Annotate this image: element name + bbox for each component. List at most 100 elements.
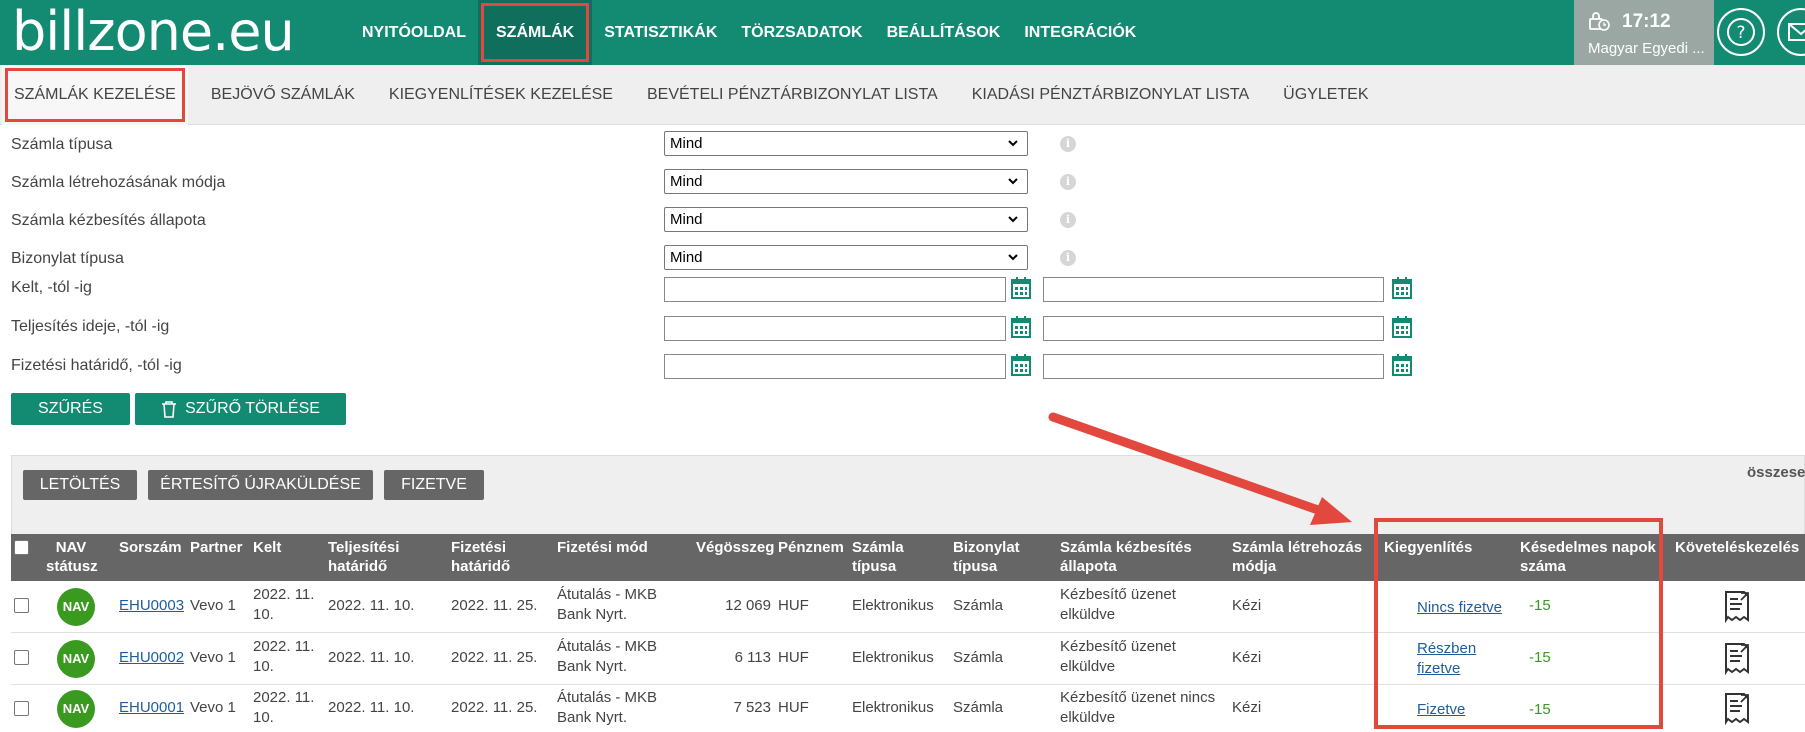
col-partner[interactable]: Partner <box>190 538 243 557</box>
performance-date-from-input[interactable] <box>664 316 1006 341</box>
currency-cell: HUF <box>778 699 809 716</box>
table-row: NAV EHU0002 Vevo 1 2022. 11. 10. 2022. 1… <box>11 633 1805 685</box>
table-header: NAV státusz Sorszám Partner Kelt Teljesí… <box>11 534 1805 581</box>
creation-cell: Kézi <box>1232 597 1262 614</box>
performance-date-to-input[interactable] <box>1043 316 1384 341</box>
col-creation-mode[interactable]: Számla létrehozás módja <box>1232 538 1362 576</box>
collection-receipt-icon[interactable] <box>1722 691 1752 725</box>
logo[interactable]: billzone.eu <box>12 4 295 60</box>
col-collection[interactable]: Követeléskezelés <box>1675 538 1799 557</box>
subnav-cash-receipts-in[interactable]: BEVÉTELI PÉNZTÁRBIZONYLAT LISTA <box>630 65 955 125</box>
document-type-cell: Számla <box>953 649 1004 666</box>
col-performance[interactable]: Teljesítési határidő <box>328 538 399 576</box>
issued-line2: 10. <box>253 709 274 726</box>
nav-status-badge[interactable]: NAV <box>57 640 95 678</box>
issued-line2: 10. <box>253 658 274 675</box>
subnav-transactions[interactable]: ÜGYLETEK <box>1266 65 1385 125</box>
info-icon[interactable]: i <box>1060 250 1076 266</box>
nav-statistics[interactable]: STATISZTIKÁK <box>592 0 729 65</box>
invoice-number-link[interactable]: EHU0001 <box>119 698 184 718</box>
nav-settings[interactable]: BEÁLLÍTÁSOK <box>875 0 1013 65</box>
subnav-settlements[interactable]: KIEGYENLÍTÉSEK KEZELÉSE <box>372 65 630 125</box>
subnav-cash-receipts-out[interactable]: KIADÁSI PÉNZTÁRBIZONYLAT LISTA <box>955 65 1266 125</box>
info-icon[interactable]: i <box>1060 174 1076 190</box>
col-nav-status[interactable]: NAV státusz <box>46 538 98 576</box>
row-checkbox[interactable] <box>14 650 29 665</box>
mail-icon <box>1788 23 1805 41</box>
summary-label: összese <box>1747 464 1805 481</box>
nav-status-badge[interactable]: NAV <box>57 690 95 728</box>
currency-cell: HUF <box>778 597 809 614</box>
nav-invoices[interactable]: SZÁMLÁK <box>478 0 593 65</box>
settlement-link[interactable]: Nincs fizetve <box>1417 598 1502 618</box>
col-delivery-status-line1: Számla kézbesítés <box>1060 539 1192 556</box>
collection-receipt-icon[interactable] <box>1722 641 1752 675</box>
col-delivery-status[interactable]: Számla kézbesítés állapota <box>1060 538 1192 576</box>
performance-cell: 2022. 11. 10. <box>328 649 415 666</box>
settlement-link[interactable]: Fizetve <box>1417 700 1465 720</box>
delivery-status-select[interactable]: Mind <box>664 207 1028 232</box>
col-document-type[interactable]: Bizonylat típusa <box>953 538 1020 576</box>
calendar-icon[interactable] <box>1392 277 1412 299</box>
subnav-invoice-management[interactable]: SZÁMLÁK KEZELÉSE <box>2 64 188 125</box>
info-icon[interactable]: i <box>1060 212 1076 228</box>
due-date-from-input[interactable] <box>664 354 1006 379</box>
method-line2: Bank Nyrt. <box>557 606 628 623</box>
col-due[interactable]: Fizetési határidő <box>451 538 510 576</box>
col-total[interactable]: Végösszeg <box>696 538 774 557</box>
creation-mode-select[interactable]: Mind <box>664 169 1028 194</box>
messages-button[interactable] <box>1777 8 1805 56</box>
help-icon: ? <box>1727 18 1755 46</box>
col-currency[interactable]: Pénznem <box>778 538 844 557</box>
due-date-label: Fizetési határidő, -tól -ig <box>11 357 182 374</box>
due-cell: 2022. 11. 25. <box>451 597 538 614</box>
col-issued[interactable]: Kelt <box>253 538 281 557</box>
invoice-number-link[interactable]: EHU0002 <box>119 648 184 668</box>
col-payment-method[interactable]: Fizetési mód <box>557 538 648 557</box>
invoice-number-link[interactable]: EHU0003 <box>119 596 184 616</box>
nav-master-data[interactable]: TÖRZSADATOK <box>729 0 874 65</box>
nav-integrations[interactable]: INTEGRÁCIÓK <box>1012 0 1148 65</box>
issue-date-to-input[interactable] <box>1043 277 1384 302</box>
help-button[interactable]: ? <box>1717 8 1765 56</box>
document-type-select[interactable]: Mind <box>664 245 1028 270</box>
user-box[interactable]: 17:12 Magyar Egyedi ... <box>1574 0 1714 65</box>
calendar-icon[interactable] <box>1011 316 1031 338</box>
delivery-cell: Kézbesítő üzenet elküldve <box>1060 637 1176 677</box>
document-type-value: Mind <box>670 249 703 266</box>
issue-date-from-input[interactable] <box>664 277 1006 302</box>
collection-receipt-icon[interactable] <box>1722 589 1752 623</box>
nav-home[interactable]: NYITÓOLDAL <box>350 0 478 65</box>
col-late-days[interactable]: Késedelmes napok száma <box>1520 538 1656 576</box>
col-creation-mode-line2: módja <box>1232 558 1277 575</box>
info-icon[interactable]: i <box>1060 136 1076 152</box>
clear-filter-button[interactable]: SZŰRŐ TÖRLÉSE <box>135 393 346 425</box>
chevron-down-icon <box>1008 254 1018 261</box>
row-checkbox[interactable] <box>14 598 29 613</box>
col-settlement[interactable]: Kiegyenlítés <box>1384 538 1472 557</box>
row-checkbox[interactable] <box>14 701 29 716</box>
calendar-icon[interactable] <box>1392 316 1412 338</box>
filter-button-label: SZŰRÉS <box>38 400 103 417</box>
col-number[interactable]: Sorszám <box>119 538 182 557</box>
method-line2: Bank Nyrt. <box>557 658 628 675</box>
lock-clock-icon <box>1589 12 1610 31</box>
total-cell: 7 523 <box>733 699 771 716</box>
filter-button[interactable]: SZŰRÉS <box>11 393 130 425</box>
subnav-incoming-invoices[interactable]: BEJÖVŐ SZÁMLÁK <box>194 65 372 125</box>
calendar-icon[interactable] <box>1392 354 1412 376</box>
col-invoice-type[interactable]: Számla típusa <box>852 538 904 576</box>
select-all-checkbox[interactable] <box>14 540 29 555</box>
mark-paid-button[interactable]: FIZETVE <box>384 470 484 500</box>
download-button[interactable]: LETÖLTÉS <box>23 470 137 500</box>
late-days-cell: -15 <box>1529 649 1551 666</box>
resend-notification-button[interactable]: ÉRTESÍTŐ ÚJRAKÜLDÉSE <box>148 470 373 500</box>
col-late-days-line2: száma <box>1520 558 1566 575</box>
nav-status-badge[interactable]: NAV <box>57 588 95 626</box>
due-date-to-input[interactable] <box>1043 354 1384 379</box>
calendar-icon[interactable] <box>1011 277 1031 299</box>
col-performance-line1: Teljesítési <box>328 539 400 556</box>
invoice-type-select[interactable]: Mind <box>664 131 1028 156</box>
settlement-link[interactable]: Részben fizetve <box>1417 639 1476 679</box>
calendar-icon[interactable] <box>1011 354 1031 376</box>
